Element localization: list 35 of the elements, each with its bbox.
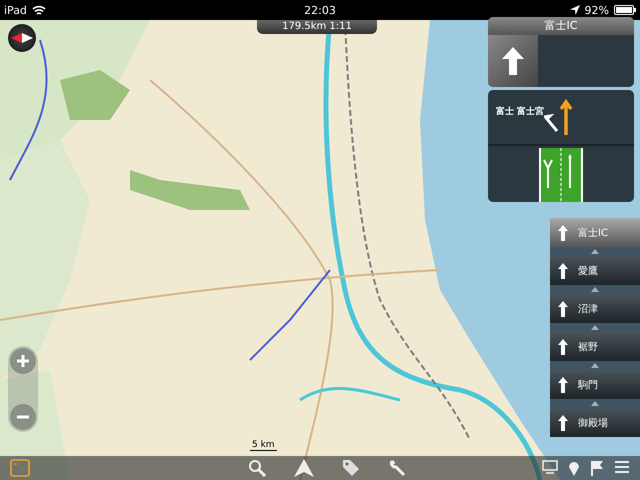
monitor-icon[interactable] bbox=[542, 460, 558, 476]
up-arrow-icon bbox=[558, 300, 568, 316]
route-list-item[interactable]: 富士IC bbox=[550, 218, 640, 247]
wrench-icon[interactable] bbox=[388, 459, 406, 477]
exit-name: 富士IC bbox=[488, 17, 634, 35]
up-arrow-icon bbox=[558, 414, 568, 430]
location-icon bbox=[570, 5, 580, 15]
compass-needle-icon bbox=[11, 32, 33, 44]
up-arrow-icon bbox=[558, 338, 568, 354]
menu-icon[interactable] bbox=[614, 460, 630, 476]
device-name: iPad bbox=[4, 4, 27, 16]
up-arrow-icon bbox=[502, 47, 524, 75]
up-arrow-icon bbox=[558, 262, 568, 278]
search-icon[interactable] bbox=[248, 459, 266, 477]
flag-icon[interactable] bbox=[590, 460, 604, 476]
scale-bar: 5 km bbox=[250, 440, 277, 451]
direction-label: 富士 富士宮 bbox=[496, 105, 544, 118]
route-list-item[interactable]: 裾野 bbox=[550, 332, 640, 361]
up-arrow-icon bbox=[558, 224, 568, 240]
route-distance-time: 179.5km 1:11 bbox=[257, 20, 377, 34]
turn-arrow-icon bbox=[544, 99, 574, 135]
clock: 22:03 bbox=[304, 4, 336, 16]
wifi-icon bbox=[32, 4, 46, 16]
navigation-arrow-icon[interactable] bbox=[294, 459, 314, 477]
pin-icon[interactable] bbox=[568, 460, 580, 476]
battery-percent: 92% bbox=[584, 4, 609, 16]
lane-diagram-drawing bbox=[538, 148, 584, 202]
route-list-item[interactable]: 沼津 bbox=[550, 294, 640, 323]
route-list-item[interactable]: 駒門 bbox=[550, 370, 640, 399]
tag-icon[interactable] bbox=[342, 459, 360, 477]
route-list-item[interactable]: 御殿場 bbox=[550, 408, 640, 437]
route-list-item[interactable]: 愛鷹 bbox=[550, 256, 640, 285]
battery-icon bbox=[614, 5, 636, 15]
plus-icon bbox=[16, 354, 30, 368]
up-arrow-icon bbox=[558, 376, 568, 392]
